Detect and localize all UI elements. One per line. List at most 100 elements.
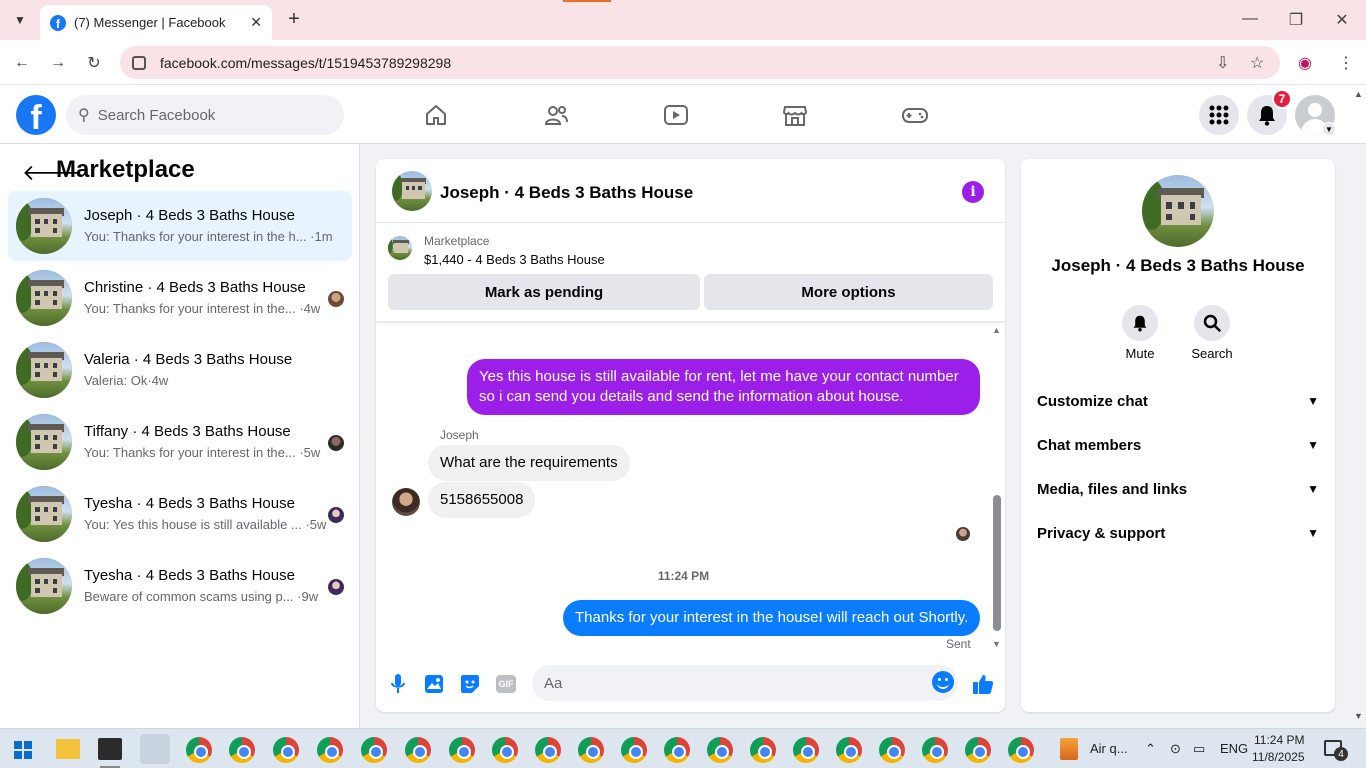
chrome-icon[interactable] [793,737,819,763]
weather-text[interactable]: Air q... [1090,741,1128,756]
chrome-icon[interactable] [750,737,776,763]
outgoing-message[interactable]: Thanks for your interest in the houseI w… [563,600,981,636]
mute-button[interactable]: Mute [1110,305,1170,361]
facebook-search-input[interactable] [97,106,318,124]
tab-search-chevron-icon[interactable]: ▼ [8,8,32,32]
clock[interactable]: 11:24 PM 11/8/2025 [1252,732,1305,766]
facebook-search-box[interactable]: ⚲ [66,95,344,135]
url-text[interactable]: facebook.com/messages/t/1519453789298298 [160,55,451,71]
conversation-item[interactable]: Tiffany · 4 Beds 3 Baths House You: Than… [8,407,352,477]
more-options-button[interactable]: More options [704,274,993,310]
conversation-item[interactable]: Tyesha · 4 Beds 3 Baths House You: Yes t… [8,479,352,549]
chrome-icon[interactable] [578,737,604,763]
thumbs-up-icon[interactable] [971,672,995,696]
photo-attach-icon[interactable] [422,672,446,696]
meet-icon[interactable]: ⊙ [1170,741,1181,757]
file-explorer-icon[interactable] [56,739,80,759]
info-icon[interactable]: i [962,181,984,203]
chat-title[interactable]: Joseph · 4 Beds 3 Baths House [440,183,693,203]
chrome-icon[interactable] [836,737,862,763]
chrome-icon[interactable] [621,737,647,763]
privacy-support-section[interactable]: Privacy & support ▼ [1037,521,1319,545]
scroll-up-icon[interactable]: ▲ [992,325,1001,335]
scroll-thumb[interactable] [993,495,1001,631]
emoji-icon[interactable] [932,671,954,693]
chrome-icon[interactable] [273,737,299,763]
install-app-icon[interactable]: ⇩ [1216,53,1229,73]
page-scroll-down-icon[interactable]: ▼ [1354,711,1363,721]
restore-icon[interactable]: ❐ [1286,10,1306,30]
info-house-avatar[interactable] [1142,175,1214,247]
weather-icon[interactable] [1060,738,1078,760]
chrome-icon[interactable] [535,737,561,763]
message-input-box[interactable] [532,665,958,701]
forward-icon[interactable]: → [47,52,69,74]
window-close-icon[interactable]: ✕ [1332,10,1352,30]
thread-scrollbar[interactable]: ▲ ▼ [989,323,1005,653]
page-scrollbar[interactable]: ▲ ▼ [1351,85,1366,728]
browser-menu-icon[interactable]: ⋮ [1338,53,1354,73]
outgoing-message[interactable]: Yes this house is still available for re… [467,359,980,415]
windows-start-icon[interactable] [14,741,32,759]
chrome-icon[interactable] [449,737,475,763]
conversation-name: Tiffany · 4 Beds 3 Baths House [84,423,291,440]
chrome-icon[interactable] [664,737,690,763]
chrome-icon[interactable] [492,737,518,763]
snipping-tool-icon[interactable] [140,734,170,764]
marketplace-icon[interactable] [780,101,810,129]
chat-members-section[interactable]: Chat members ▼ [1037,433,1319,457]
browser-tab[interactable]: f (7) Messenger | Facebook ✕ [40,5,272,40]
incoming-message[interactable]: 5158655008 [428,482,536,518]
bookmark-star-icon[interactable]: ☆ [1250,53,1264,73]
listing-price[interactable]: $1,440 - 4 Beds 3 Baths House [424,252,605,267]
chrome-icon[interactable] [186,737,212,763]
chrome-icon[interactable] [922,737,948,763]
customize-chat-section[interactable]: Customize chat ▼ [1037,389,1319,413]
mark-as-pending-button[interactable]: Mark as pending [388,274,700,310]
chrome-icon[interactable] [361,737,387,763]
sticky-notes-icon[interactable] [98,738,122,760]
chrome-icon[interactable] [879,737,905,763]
menu-grid-button[interactable] [1199,95,1239,135]
conversation-item[interactable]: Christine · 4 Beds 3 Baths House You: Th… [8,263,352,333]
conversation-item[interactable]: Tyesha · 4 Beds 3 Baths House Beware of … [8,551,352,621]
chrome-icon[interactable] [707,737,733,763]
chrome-icon[interactable] [405,737,431,763]
omnibox[interactable]: facebook.com/messages/t/1519453789298298 [120,46,1280,79]
tray-chevron-icon[interactable]: ⌃ [1145,741,1156,757]
media-files-links-section[interactable]: Media, files and links ▼ [1037,477,1319,501]
search-conversation-button[interactable]: Search [1182,305,1242,361]
facebook-logo-icon[interactable]: f [16,95,56,135]
message-input[interactable] [544,674,914,692]
sender-avatar[interactable] [392,488,420,516]
conversation-item[interactable]: Valeria · 4 Beds 3 Baths House Valeria: … [8,335,352,405]
account-caret-icon[interactable]: ▼ [1322,122,1336,136]
gif-icon[interactable]: GIF [494,672,518,696]
chrome-icon[interactable] [1008,737,1034,763]
microphone-icon[interactable] [386,672,410,696]
chrome-icon[interactable] [965,737,991,763]
scroll-down-icon[interactable]: ▼ [992,639,1001,649]
chrome-icon[interactable] [317,737,343,763]
back-icon[interactable]: ← [11,52,33,74]
incoming-message[interactable]: What are the requirements [428,445,630,481]
sticker-icon[interactable] [458,672,482,696]
page-scroll-up-icon[interactable]: ▲ [1354,89,1363,99]
minimize-icon[interactable]: — [1240,10,1260,28]
new-tab-button[interactable]: + [282,8,306,31]
friends-icon[interactable] [541,101,571,129]
language-indicator[interactable]: ENG [1220,741,1248,756]
site-settings-icon[interactable] [132,55,146,70]
chat-house-avatar[interactable] [392,171,432,211]
profile-icon[interactable]: ◉ [1298,53,1312,73]
tab-close-icon[interactable]: ✕ [250,14,262,31]
house-thumbnail [16,198,72,254]
gaming-icon[interactable] [900,101,930,129]
listing-thumbnail[interactable] [388,236,412,260]
conversation-item[interactable]: Joseph · 4 Beds 3 Baths House You: Thank… [8,191,352,261]
chrome-icon[interactable] [229,737,255,763]
home-icon[interactable] [421,101,451,129]
reload-icon[interactable]: ↻ [83,52,105,74]
network-icon[interactable]: ▭ [1193,741,1205,757]
watch-video-icon[interactable] [661,101,691,129]
